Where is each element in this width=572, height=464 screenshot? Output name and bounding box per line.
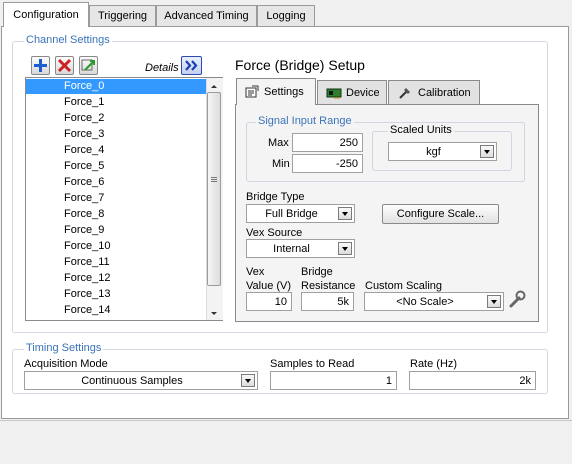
subtab-calibration[interactable]: Calibration — [388, 80, 480, 104]
plus-icon — [34, 59, 47, 72]
channel-list-item[interactable]: Force_7 — [64, 192, 104, 204]
channel-list-item[interactable]: Force_9 — [64, 224, 104, 236]
max-label: Max — [268, 137, 289, 149]
tab-logging[interactable]: Logging — [257, 5, 315, 26]
channel-list-item[interactable]: Force_2 — [64, 112, 104, 124]
channel-list-item[interactable]: Force_5 — [64, 160, 104, 172]
channel-list-item[interactable]: Force_1 — [64, 96, 104, 108]
custom-scaling-value: <No Scale> — [396, 296, 454, 308]
vex-value-label-line2: Value (V) — [246, 280, 292, 292]
details-expand-button[interactable] — [181, 56, 202, 75]
remove-x-icon — [57, 58, 72, 73]
channel-list-item[interactable]: Force_13 — [64, 288, 110, 300]
acquisition-mode-select[interactable]: Continuous Samples — [24, 371, 258, 390]
channel-list-item[interactable]: Force_10 — [64, 240, 110, 252]
scaled-units-value: kgf — [426, 146, 441, 158]
calibration-tool-icon — [399, 88, 410, 99]
chevron-down-icon[interactable] — [487, 295, 501, 308]
vex-value-input[interactable]: 10 — [246, 292, 292, 311]
subtab-settings[interactable]: Settings — [236, 78, 316, 105]
vex-value-label-line1: Vex — [246, 266, 265, 278]
scroll-down-arrow-icon[interactable] — [208, 309, 220, 317]
scroll-up-arrow-icon[interactable] — [208, 81, 220, 89]
custom-scaling-select[interactable]: <No Scale> — [364, 292, 504, 311]
bridge-type-value: Full Bridge — [265, 208, 318, 220]
subtab-calibration-label: Calibration — [418, 87, 471, 99]
acquisition-mode-label: Acquisition Mode — [24, 358, 108, 370]
subtab-device-label: Device — [346, 87, 380, 99]
scaled-units-select[interactable]: kgf — [388, 142, 497, 161]
samples-to-read-label: Samples to Read — [270, 358, 355, 370]
channel-list — [25, 77, 223, 321]
channel-list-item[interactable]: Force_6 — [64, 176, 104, 188]
bridge-resistance-label-line2: Resistance — [301, 280, 356, 292]
remove-channel-button[interactable] — [55, 56, 74, 75]
add-channel-button[interactable] — [31, 56, 50, 75]
vex-source-label: Vex Source — [246, 227, 303, 239]
chevron-down-icon[interactable] — [480, 145, 494, 158]
channel-list-item[interactable]: Force_11 — [64, 256, 110, 268]
settings-sheet-icon — [245, 85, 259, 98]
device-card-icon — [326, 88, 342, 99]
chevron-down-icon[interactable] — [241, 374, 255, 387]
scaled-units-title: Scaled Units — [388, 124, 454, 136]
channel-list-item[interactable]: Force_3 — [64, 128, 104, 140]
channel-list-scroll-thumb[interactable] — [207, 92, 221, 286]
custom-scaling-label: Custom Scaling — [365, 280, 443, 292]
tab-advanced-timing[interactable]: Advanced Timing — [156, 5, 257, 26]
chevron-down-icon[interactable] — [338, 242, 352, 255]
chevron-down-icon[interactable] — [338, 207, 352, 220]
bridge-resistance-label-line1: Bridge — [301, 266, 333, 278]
min-input[interactable]: -250 — [292, 154, 363, 173]
min-label: Min — [272, 158, 290, 170]
details-label: Details — [145, 62, 179, 74]
bridge-type-label: Bridge Type — [246, 191, 305, 203]
setup-title: Force (Bridge) Setup — [235, 57, 365, 73]
rate-label: Rate (Hz) — [410, 358, 458, 370]
arrow-grid-icon — [81, 59, 95, 71]
channel-list-item[interactable]: Force_12 — [64, 272, 110, 284]
channel-list-item[interactable]: Force_8 — [64, 208, 104, 220]
wrench-icon[interactable] — [508, 289, 526, 309]
channel-list-item[interactable]: Force_4 — [64, 144, 104, 156]
channel-list-item[interactable]: Force_0 — [64, 80, 104, 92]
subtab-device[interactable]: Device — [317, 80, 387, 104]
rate-input[interactable]: 2k — [409, 371, 536, 390]
vex-source-select[interactable]: Internal — [246, 239, 355, 258]
vex-source-value: Internal — [273, 243, 310, 255]
channel-list-item[interactable]: Force_14 — [64, 304, 110, 316]
acquisition-mode-value: Continuous Samples — [81, 375, 183, 387]
bottom-divider — [0, 420, 572, 421]
bridge-type-select[interactable]: Full Bridge — [246, 204, 355, 223]
max-input[interactable]: 250 — [292, 133, 363, 152]
channel-tool-button[interactable] — [79, 56, 98, 75]
samples-to-read-input[interactable]: 1 — [270, 371, 397, 390]
channel-settings-title: Channel Settings — [24, 34, 112, 46]
double-chevron-right-icon — [185, 60, 198, 71]
configure-scale-button[interactable]: Configure Scale... — [382, 204, 499, 224]
signal-input-range-title: Signal Input Range — [256, 115, 354, 127]
tab-triggering[interactable]: Triggering — [89, 5, 156, 26]
subtab-settings-label: Settings — [264, 86, 304, 98]
timing-settings-title: Timing Settings — [24, 342, 104, 354]
channel-selection-highlight — [26, 79, 206, 94]
bridge-resistance-input[interactable]: 5k — [301, 292, 354, 311]
tab-configuration[interactable]: Configuration — [3, 2, 89, 27]
